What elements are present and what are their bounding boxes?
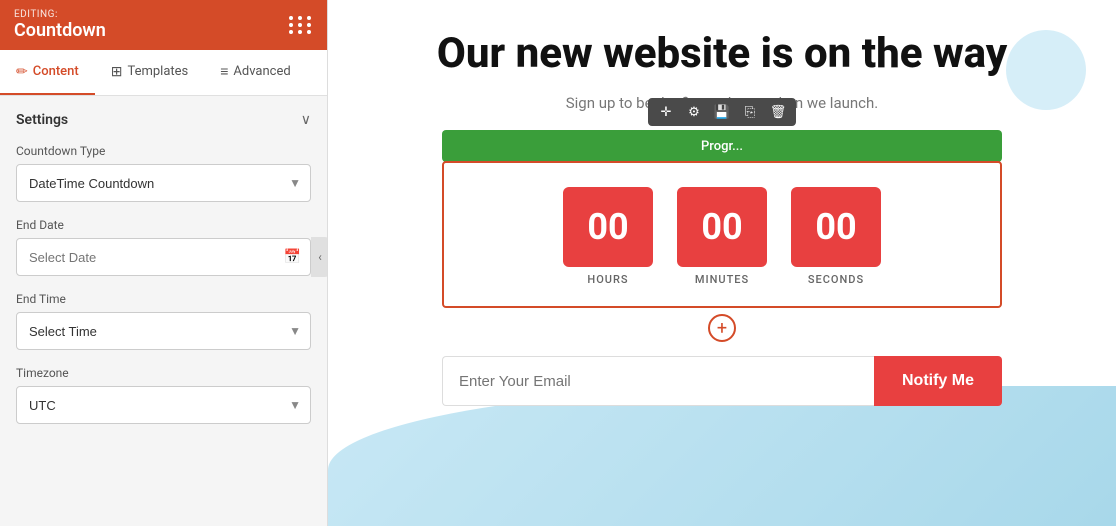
countdown-hours: 00 HOURS xyxy=(563,187,653,286)
end-time-select-wrapper: Select Time 12:00 AM 6:00 AM 12:00 PM ▼ xyxy=(16,312,311,350)
hero-title: Our new website is on the way xyxy=(437,30,1007,78)
add-element-button[interactable]: + xyxy=(708,314,736,342)
minutes-label: MINUTES xyxy=(695,273,749,286)
tab-content[interactable]: ✏ Content xyxy=(0,50,95,95)
grid-icon[interactable] xyxy=(289,16,313,34)
advanced-icon: ≡ xyxy=(220,63,228,80)
notify-button[interactable]: Notify Me xyxy=(874,356,1002,406)
end-time-label: End Time xyxy=(16,292,311,306)
tab-templates-label: Templates xyxy=(127,64,188,79)
toolbar-copy-btn[interactable]: ⎘ xyxy=(736,98,764,126)
timezone-select[interactable]: UTC EST PST CST xyxy=(16,386,311,424)
background-wave xyxy=(328,386,1116,526)
timezone-select-wrapper: UTC EST PST CST ▼ xyxy=(16,386,311,424)
panel-collapse-arrow[interactable]: ‹ xyxy=(311,237,327,277)
progress-label: Progr... xyxy=(701,139,743,154)
toolbar-move-btn[interactable]: ✛ xyxy=(652,98,680,126)
countdown-section: 00 HOURS 00 MINUTES 00 SECONDS xyxy=(442,161,1002,308)
progress-area: Progr... ✛ ⚙ 💾 ⎘ 🗑 xyxy=(442,130,1002,162)
toolbar-settings-btn[interactable]: ⚙ xyxy=(680,98,708,126)
timezone-label: Timezone xyxy=(16,366,311,380)
end-date-field: End Date 📅 ‹ xyxy=(16,218,311,276)
tab-advanced[interactable]: ≡ Advanced xyxy=(204,50,306,95)
left-panel: EDITING: Countdown ✏ Content ⊞ Templates… xyxy=(0,0,328,526)
settings-title: Settings xyxy=(16,112,68,128)
countdown-type-label: Countdown Type xyxy=(16,144,311,158)
element-toolbar: ✛ ⚙ 💾 ⎘ 🗑 xyxy=(648,98,796,126)
content-icon: ✏ xyxy=(16,64,28,80)
toolbar-delete-btn[interactable]: 🗑 xyxy=(764,98,792,126)
progress-bar: Progr... xyxy=(442,130,1002,162)
end-date-input[interactable] xyxy=(16,238,311,276)
tabs-bar: ✏ Content ⊞ Templates ≡ Advanced xyxy=(0,50,327,96)
minutes-box: 00 xyxy=(677,187,767,267)
panel-title: Countdown xyxy=(14,20,106,41)
panel-header: EDITING: Countdown xyxy=(0,0,327,50)
timezone-field: Timezone UTC EST PST CST ▼ xyxy=(16,366,311,424)
seconds-label: SECONDS xyxy=(808,273,864,286)
countdown-seconds: 00 SECONDS xyxy=(791,187,881,286)
tab-content-label: Content xyxy=(33,64,79,79)
hours-box: 00 xyxy=(563,187,653,267)
countdown-type-select[interactable]: DateTime Countdown Evergreen Countdown xyxy=(16,164,311,202)
email-input[interactable] xyxy=(442,356,874,406)
end-time-field: End Time Select Time 12:00 AM 6:00 AM 12… xyxy=(16,292,311,350)
toolbar-save-btn[interactable]: 💾 xyxy=(708,98,736,126)
hours-label: HOURS xyxy=(587,273,628,286)
email-notify-row: Notify Me xyxy=(442,356,1002,406)
end-time-select[interactable]: Select Time 12:00 AM 6:00 AM 12:00 PM xyxy=(16,312,311,350)
tab-templates[interactable]: ⊞ Templates xyxy=(95,50,205,95)
seconds-box: 00 xyxy=(791,187,881,267)
panel-body: Settings ∨ Countdown Type DateTime Count… xyxy=(0,96,327,526)
editing-label: EDITING: xyxy=(14,9,106,20)
settings-section-header: Settings ∨ xyxy=(16,112,311,128)
templates-icon: ⊞ xyxy=(111,64,123,80)
countdown-type-select-wrapper: DateTime Countdown Evergreen Countdown ▼ xyxy=(16,164,311,202)
countdown-minutes: 00 MINUTES xyxy=(677,187,767,286)
settings-collapse-icon[interactable]: ∨ xyxy=(301,112,311,128)
end-date-label: End Date xyxy=(16,218,311,232)
countdown-type-field: Countdown Type DateTime Countdown Evergr… xyxy=(16,144,311,202)
tab-advanced-label: Advanced xyxy=(233,64,290,79)
right-panel: Our new website is on the way Sign up to… xyxy=(328,0,1116,526)
